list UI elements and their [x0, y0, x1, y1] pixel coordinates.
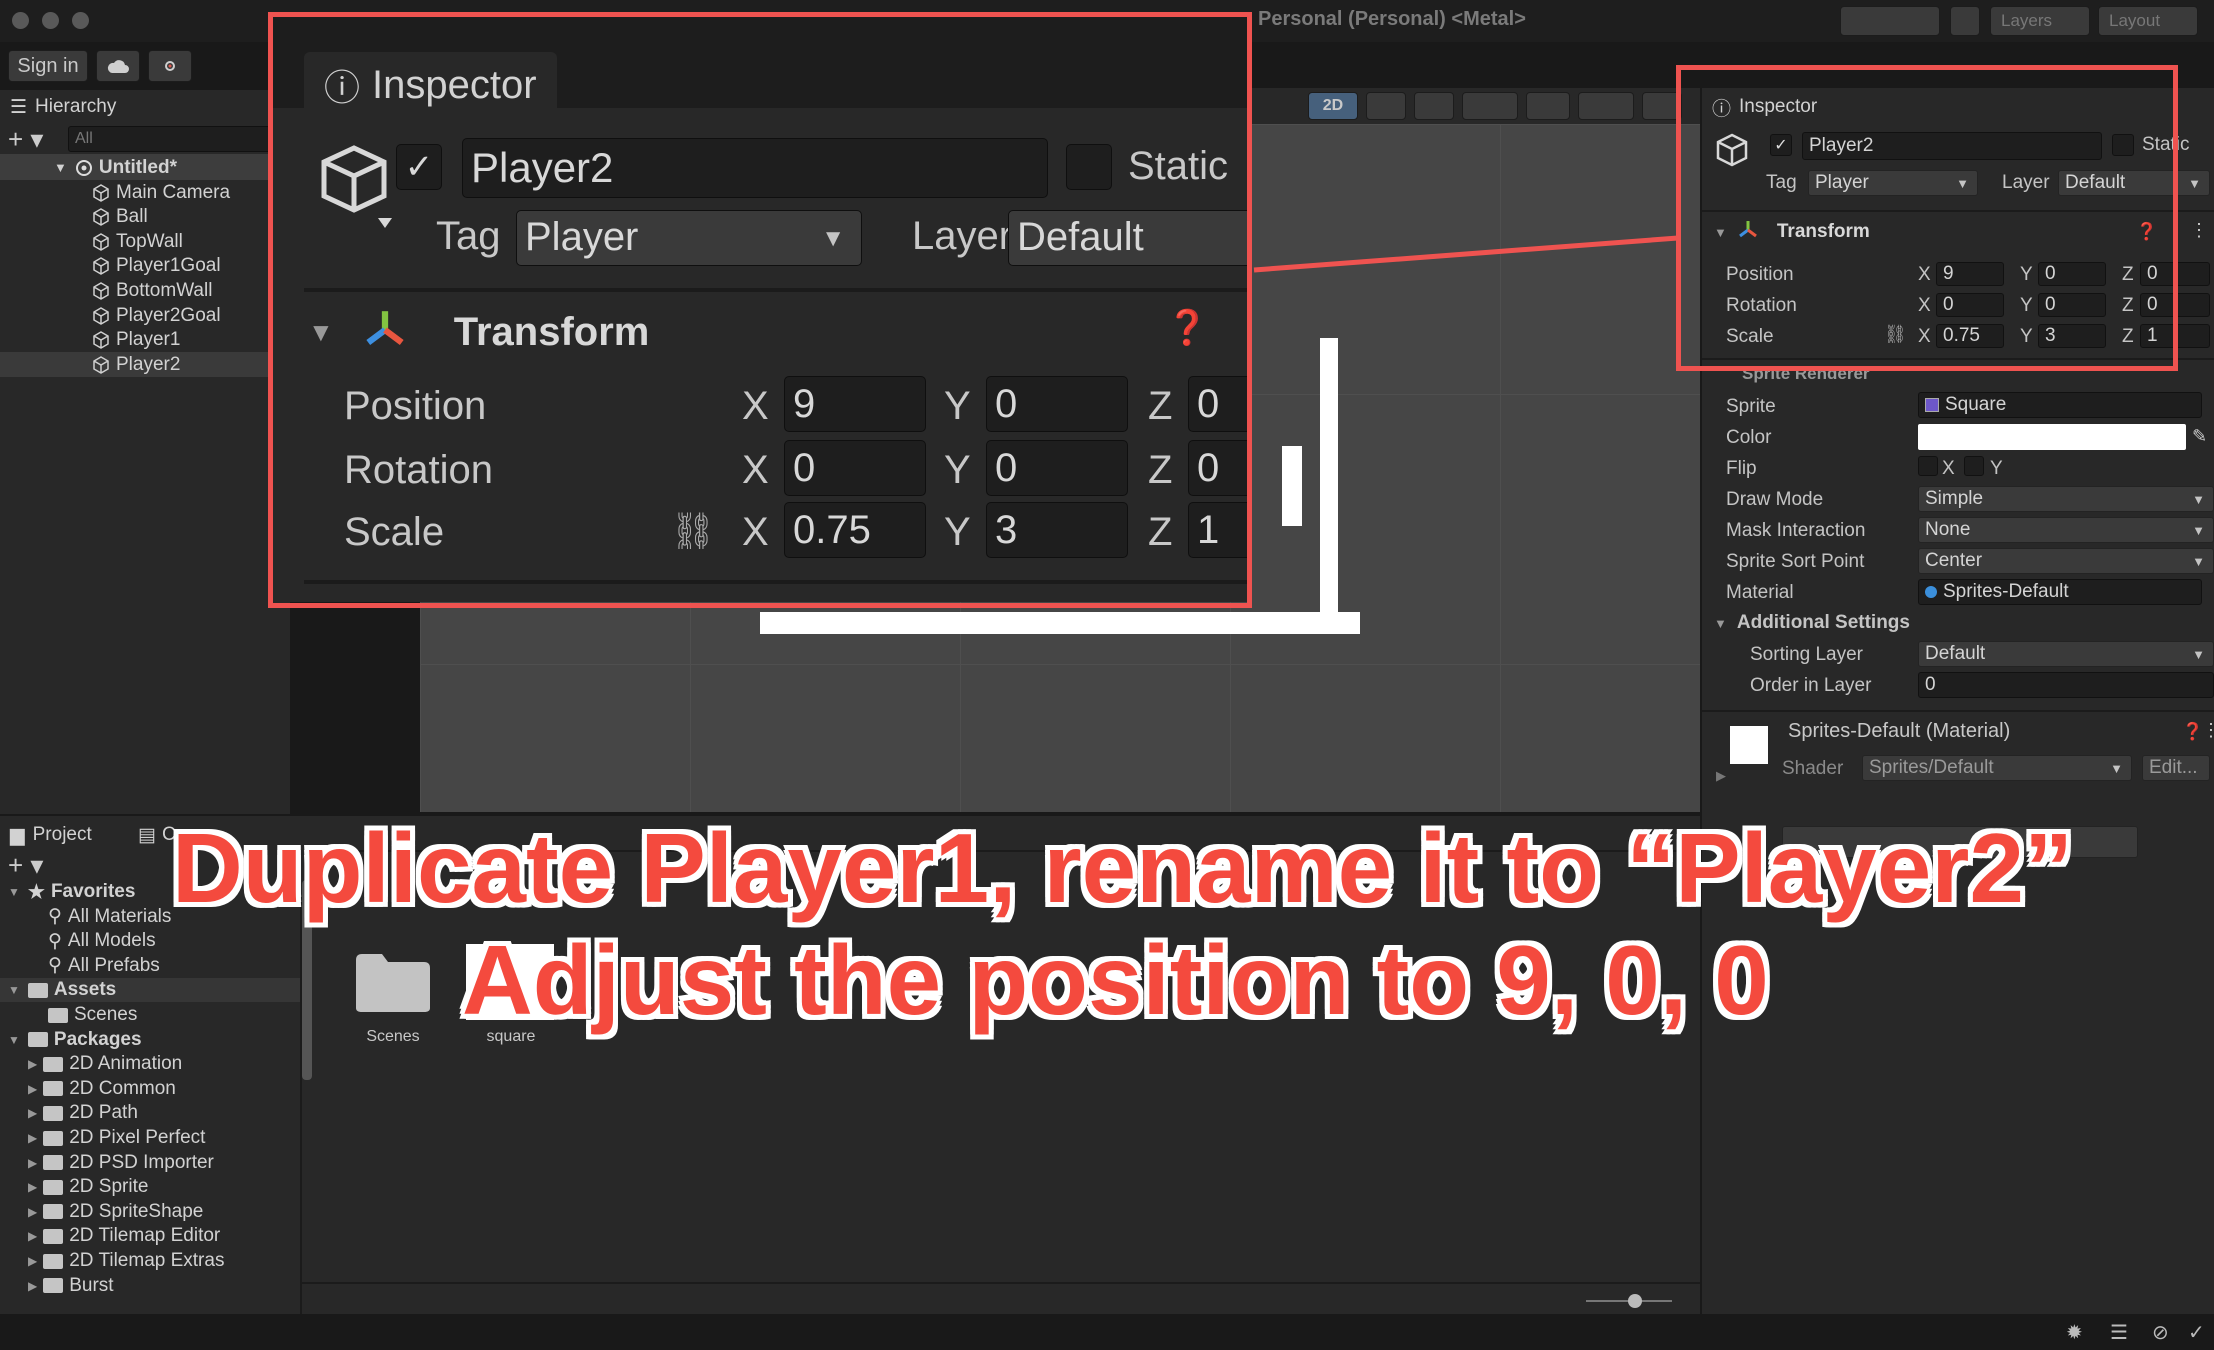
zoom-highlight-frame: [268, 12, 1252, 608]
caption-line-2: Adjust the position to 9, 0, 0: [462, 925, 1769, 1035]
inspector-highlight-frame: [1676, 65, 2178, 371]
caption-line-1: Duplicate Player1, rename it to “Player2…: [172, 813, 2073, 923]
